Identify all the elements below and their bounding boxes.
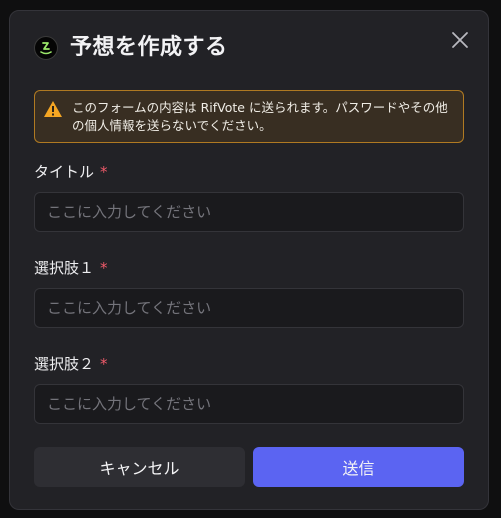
title-input[interactable] bbox=[34, 192, 464, 232]
warning-text: このフォームの内容は RifVote に送られます。パスワードやその他の個人情報… bbox=[72, 100, 448, 133]
option1-label: 選択肢１ * bbox=[34, 258, 108, 278]
title-label: タイトル * bbox=[34, 162, 108, 182]
privacy-warning: このフォームの内容は RifVote に送られます。パスワードやその他の個人情報… bbox=[34, 90, 464, 143]
required-mark: * bbox=[100, 259, 108, 277]
option2-input[interactable] bbox=[34, 384, 464, 424]
dialog-title: 予想を作成する bbox=[70, 35, 228, 60]
create-poll-dialog: 予想を作成する このフォームの内容は RifVote に送られます。パスワードや… bbox=[9, 10, 489, 510]
warning-triangle-icon bbox=[43, 100, 63, 122]
option1-label-text: 選択肢１ bbox=[34, 259, 95, 277]
submit-button[interactable]: 送信 bbox=[253, 447, 464, 487]
required-mark: * bbox=[100, 163, 108, 181]
title-label-text: タイトル bbox=[34, 163, 95, 181]
option2-label-text: 選択肢２ bbox=[34, 355, 95, 373]
option1-input[interactable] bbox=[34, 288, 464, 328]
required-mark: * bbox=[100, 355, 108, 373]
app-logo-icon bbox=[34, 36, 58, 60]
cancel-button[interactable]: キャンセル bbox=[34, 447, 245, 487]
close-icon[interactable] bbox=[450, 30, 470, 50]
close-button[interactable] bbox=[450, 30, 470, 50]
option2-label: 選択肢２ * bbox=[34, 354, 108, 374]
